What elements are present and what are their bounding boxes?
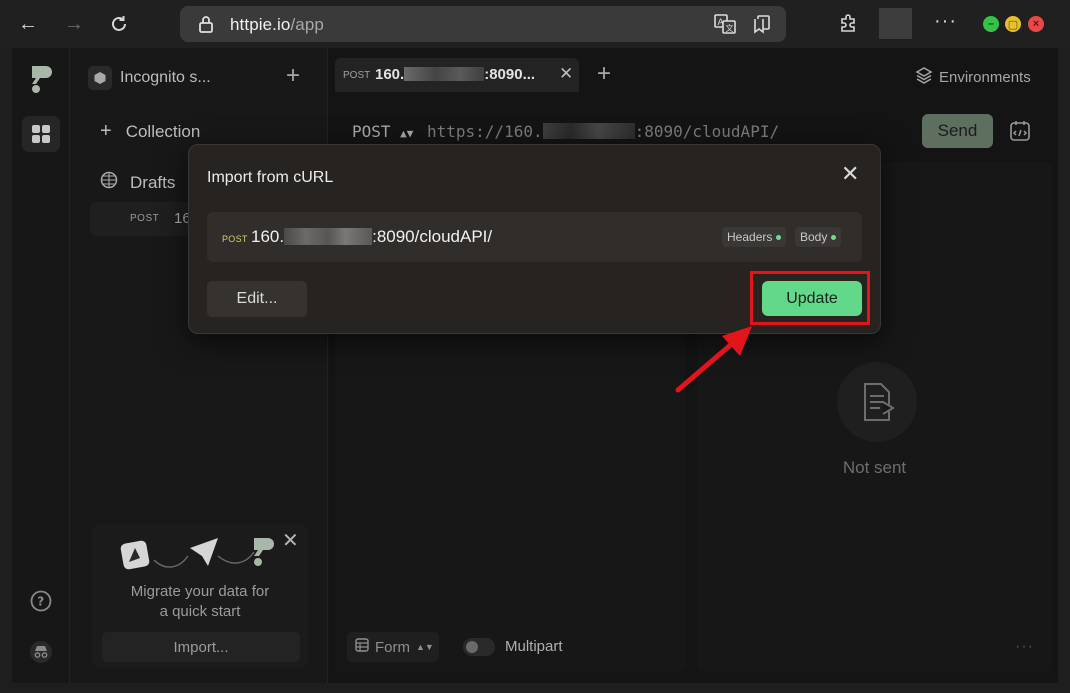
more-menu-icon[interactable]: ··· <box>934 10 957 33</box>
tab-url: 160.:8090... <box>375 66 536 83</box>
close-dialog-icon[interactable]: ✕ <box>841 161 859 187</box>
dialog-title: Import from cURL <box>207 169 334 186</box>
curl-preview: POST 160.:8090/cloudAPI/ Headers Body <box>207 212 862 262</box>
workspace-name: Incognito s... <box>120 69 211 86</box>
response-more-icon[interactable]: ··· <box>1015 638 1034 656</box>
svg-text:文: 文 <box>726 23 734 33</box>
code-snippet-icon[interactable] <box>1009 120 1031 147</box>
add-workspace-icon[interactable]: + <box>286 62 300 90</box>
redacted-block <box>404 67 485 81</box>
body-badge: Body <box>795 227 842 247</box>
drafts-section[interactable]: Drafts <box>100 171 175 194</box>
multipart-toggle[interactable] <box>463 638 495 656</box>
svg-text:?: ? <box>37 595 44 609</box>
icon-rail: ? <box>12 48 70 683</box>
close-tab-icon[interactable]: ✕ <box>559 64 573 84</box>
browser-toolbar: ← → httpie.io/app A文 ··· – ▢ × <box>0 0 1070 48</box>
not-sent-text: Not sent <box>842 458 907 477</box>
body-type-select[interactable]: Form ▲▼ <box>347 632 439 662</box>
method-select[interactable]: POST ▲▼ <box>352 122 413 141</box>
back-icon[interactable]: ← <box>14 10 42 38</box>
reload-icon[interactable] <box>105 10 133 38</box>
edit-button[interactable]: Edit... <box>207 281 307 317</box>
minimize-icon[interactable]: – <box>983 16 999 32</box>
updown-icon: ▲▼ <box>416 642 434 652</box>
forward-icon[interactable]: → <box>60 10 88 38</box>
form-label: Form <box>375 638 410 656</box>
table-icon <box>355 638 369 656</box>
httpie-logo-icon[interactable] <box>28 64 54 99</box>
migrate-text-line2: a quick start <box>159 603 241 620</box>
redacted-block <box>284 228 373 245</box>
request-tab[interactable]: POST 160.:8090... ✕ <box>335 58 579 92</box>
send-button[interactable]: Send <box>922 114 993 148</box>
profile-avatar[interactable] <box>879 8 912 39</box>
address-bar[interactable]: httpie.io/app A文 <box>180 6 786 42</box>
drafts-label: Drafts <box>130 172 176 192</box>
migrate-card: ✕ Migrate your data for a quick start Im… <box>92 524 308 668</box>
not-sent-illustration <box>837 362 917 442</box>
tab-method: POST <box>343 70 371 81</box>
close-migrate-icon[interactable]: ✕ <box>282 528 299 553</box>
address-url: httpie.io/app <box>230 15 324 34</box>
cube-icon <box>88 66 112 90</box>
help-icon[interactable]: ? <box>30 590 52 617</box>
draft-method: POST <box>130 213 160 224</box>
translate-icon[interactable]: A文 <box>714 14 736 34</box>
annotation-arrow-icon <box>675 326 752 393</box>
headers-badge: Headers <box>722 227 787 247</box>
lock-icon <box>198 15 214 38</box>
multipart-label: Multipart <box>505 638 563 655</box>
redacted-block <box>542 123 635 139</box>
workspace-switcher[interactable]: Incognito s... <box>88 66 211 90</box>
incognito-icon[interactable] <box>29 640 53 669</box>
workspaces-grid-icon[interactable] <box>22 116 60 152</box>
migrate-text-line1: Migrate your data for <box>130 583 270 600</box>
new-collection-button[interactable]: + Collection <box>100 120 200 143</box>
new-tab-icon[interactable]: + <box>597 60 611 88</box>
close-window-icon[interactable]: × <box>1028 16 1044 32</box>
environments-label: Environments <box>939 68 1031 86</box>
layers-icon <box>915 66 933 88</box>
import-button[interactable]: Import... <box>102 632 300 662</box>
globe-icon <box>100 171 118 194</box>
update-button[interactable]: Update <box>762 281 862 316</box>
curl-method: POST <box>222 234 248 244</box>
tab-bar: POST 160.:8090... ✕ + Environments <box>329 48 1058 104</box>
extensions-icon[interactable] <box>836 12 862 36</box>
curl-url: 160.:8090/cloudAPI/ <box>251 227 493 246</box>
collection-label: Collection <box>125 121 201 141</box>
migrate-illustration-icon <box>120 534 276 579</box>
maximize-icon[interactable]: ▢ <box>1005 16 1021 32</box>
migrate-text: Migrate your data for a quick start <box>92 582 308 622</box>
url-input[interactable]: https://160.:8090/cloudAPI/ <box>427 122 779 141</box>
reading-list-icon[interactable] <box>752 14 774 34</box>
plus-icon: + <box>100 120 112 142</box>
environments-button[interactable]: Environments <box>915 66 1031 88</box>
